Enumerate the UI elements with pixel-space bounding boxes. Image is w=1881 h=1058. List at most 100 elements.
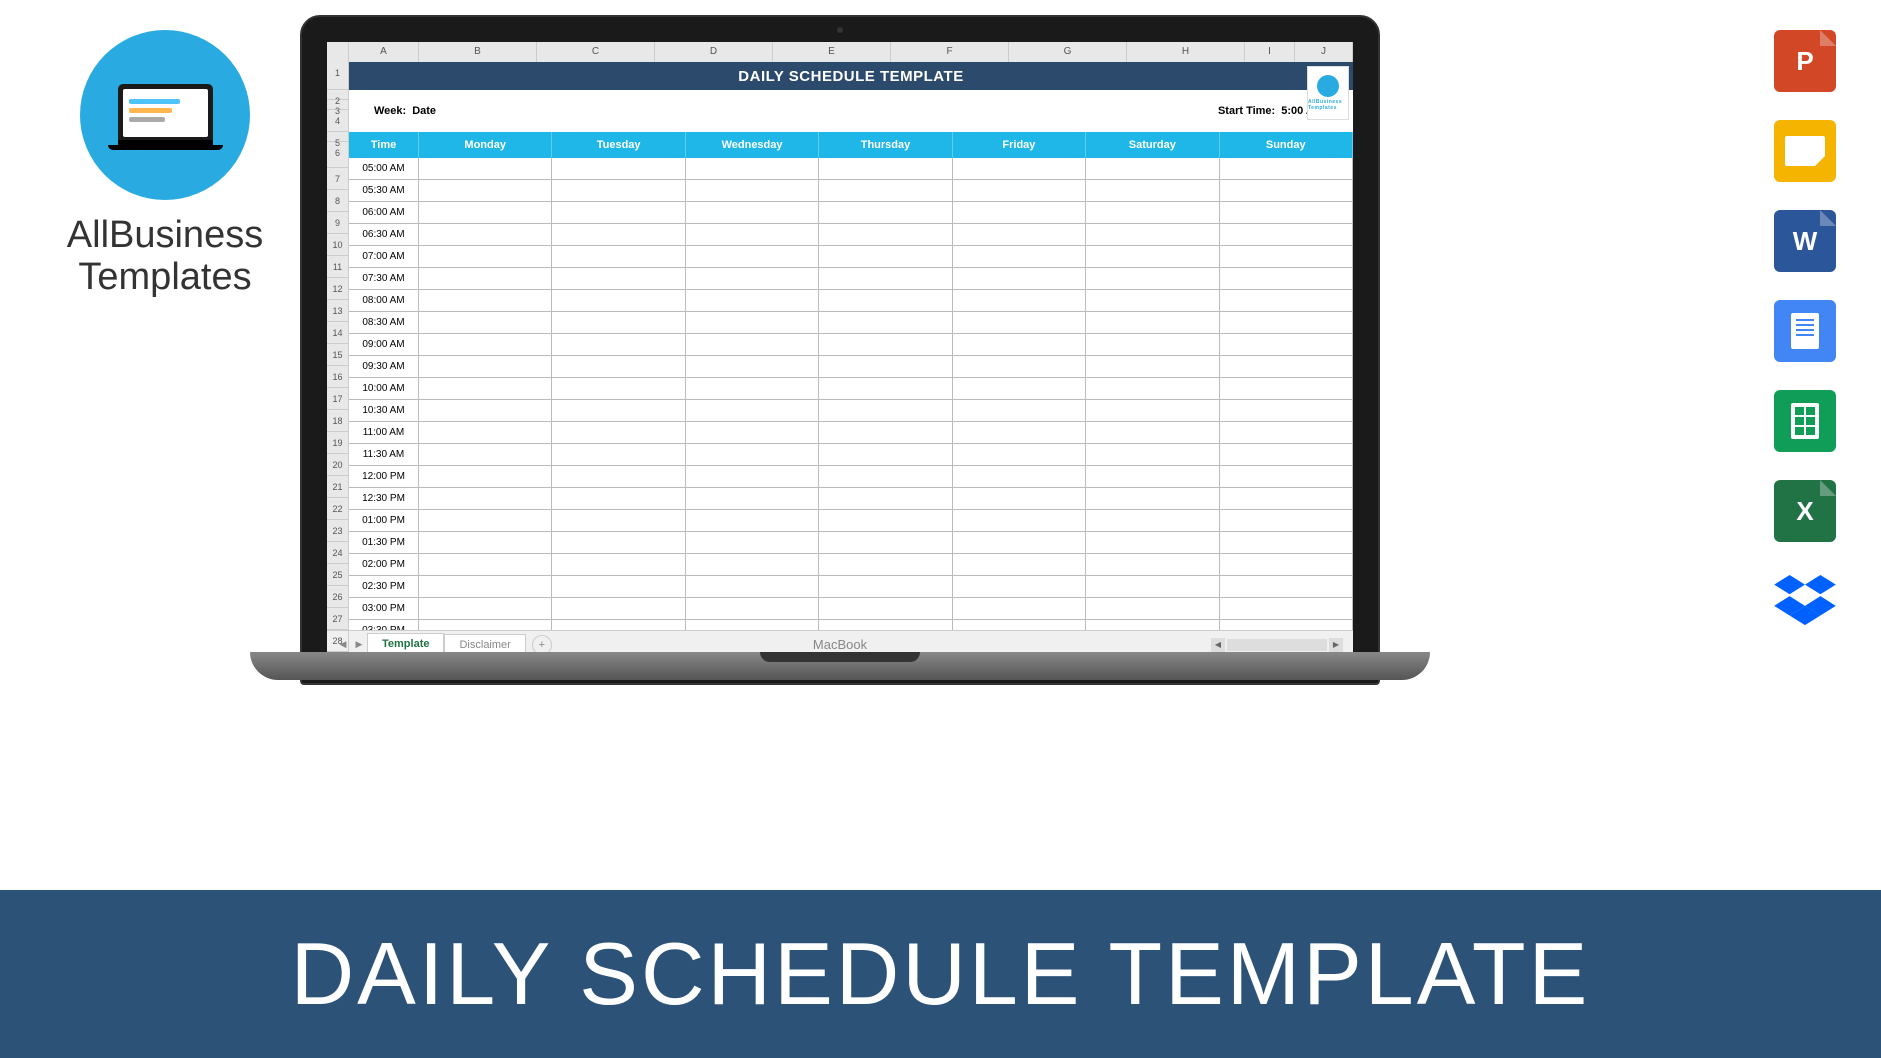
table-row[interactable]: 07:30 AM (349, 268, 1353, 290)
schedule-cell[interactable] (419, 488, 552, 509)
schedule-cell[interactable] (1086, 334, 1219, 355)
table-row[interactable]: 06:30 AM (349, 224, 1353, 246)
time-cell[interactable]: 12:30 PM (349, 488, 419, 509)
time-cell[interactable]: 03:30 PM (349, 620, 419, 630)
schedule-cell[interactable] (953, 444, 1086, 465)
col-header[interactable]: I (1245, 42, 1295, 62)
table-row[interactable]: 07:00 AM (349, 246, 1353, 268)
table-row[interactable]: 01:30 PM (349, 532, 1353, 554)
schedule-cell[interactable] (1086, 158, 1219, 179)
schedule-cell[interactable] (1220, 620, 1353, 630)
schedule-data-rows[interactable]: 05:00 AM05:30 AM06:00 AM06:30 AM07:00 AM… (349, 158, 1353, 630)
schedule-cell[interactable] (686, 444, 819, 465)
schedule-cell[interactable] (819, 510, 952, 531)
schedule-cell[interactable] (819, 356, 952, 377)
schedule-cell[interactable] (1086, 444, 1219, 465)
schedule-cell[interactable] (1086, 180, 1219, 201)
schedule-cell[interactable] (953, 202, 1086, 223)
row-number[interactable]: 21 (327, 476, 349, 498)
schedule-cell[interactable] (552, 466, 685, 487)
row-number[interactable]: 6 (327, 142, 349, 168)
time-cell[interactable]: 06:00 AM (349, 202, 419, 223)
schedule-cell[interactable] (819, 488, 952, 509)
schedule-cell[interactable] (819, 620, 952, 630)
col-header[interactable]: G (1009, 42, 1127, 62)
schedule-cell[interactable] (953, 180, 1086, 201)
row-number[interactable]: 11 (327, 256, 349, 278)
time-cell[interactable]: 09:30 AM (349, 356, 419, 377)
schedule-cell[interactable] (419, 444, 552, 465)
col-header[interactable]: J (1295, 42, 1353, 62)
schedule-cell[interactable] (552, 356, 685, 377)
schedule-cell[interactable] (552, 334, 685, 355)
schedule-cell[interactable] (419, 620, 552, 630)
row-number[interactable]: 15 (327, 344, 349, 366)
table-row[interactable]: 12:30 PM (349, 488, 1353, 510)
schedule-cell[interactable] (819, 334, 952, 355)
schedule-cell[interactable] (1220, 158, 1353, 179)
table-row[interactable]: 05:30 AM (349, 180, 1353, 202)
schedule-cell[interactable] (1220, 510, 1353, 531)
schedule-cell[interactable] (819, 246, 952, 267)
schedule-cell[interactable] (953, 290, 1086, 311)
schedule-cell[interactable] (552, 202, 685, 223)
time-cell[interactable]: 06:30 AM (349, 224, 419, 245)
powerpoint-icon[interactable]: P (1774, 30, 1836, 92)
row-number[interactable]: 26 (327, 586, 349, 608)
schedule-cell[interactable] (552, 422, 685, 443)
schedule-cell[interactable] (686, 488, 819, 509)
schedule-cell[interactable] (419, 532, 552, 553)
row-number[interactable]: 19 (327, 432, 349, 454)
schedule-cell[interactable] (552, 532, 685, 553)
schedule-cell[interactable] (686, 334, 819, 355)
schedule-cell[interactable] (552, 312, 685, 333)
schedule-cell[interactable] (1086, 554, 1219, 575)
time-cell[interactable]: 11:00 AM (349, 422, 419, 443)
schedule-cell[interactable] (419, 246, 552, 267)
schedule-cell[interactable] (552, 224, 685, 245)
time-cell[interactable]: 10:30 AM (349, 400, 419, 421)
schedule-cell[interactable] (686, 554, 819, 575)
row-number[interactable]: 3 (327, 100, 349, 110)
schedule-cell[interactable] (686, 158, 819, 179)
col-header[interactable]: B (419, 42, 537, 62)
schedule-cell[interactable] (819, 466, 952, 487)
schedule-cell[interactable] (686, 400, 819, 421)
schedule-cell[interactable] (419, 598, 552, 619)
schedule-cell[interactable] (552, 554, 685, 575)
schedule-cell[interactable] (819, 598, 952, 619)
schedule-cell[interactable] (686, 290, 819, 311)
schedule-cell[interactable] (1220, 400, 1353, 421)
schedule-cell[interactable] (1086, 312, 1219, 333)
schedule-cell[interactable] (1086, 356, 1219, 377)
time-cell[interactable]: 02:30 PM (349, 576, 419, 597)
schedule-cell[interactable] (953, 158, 1086, 179)
schedule-cell[interactable] (819, 554, 952, 575)
schedule-cell[interactable] (953, 400, 1086, 421)
schedule-cell[interactable] (686, 576, 819, 597)
schedule-cell[interactable] (1220, 554, 1353, 575)
schedule-cell[interactable] (1220, 488, 1353, 509)
row-number[interactable]: 13 (327, 300, 349, 322)
time-cell[interactable]: 01:00 PM (349, 510, 419, 531)
table-row[interactable]: 02:30 PM (349, 576, 1353, 598)
excel-icon[interactable]: X (1774, 480, 1836, 542)
schedule-cell[interactable] (686, 598, 819, 619)
schedule-cell[interactable] (419, 312, 552, 333)
row-number[interactable]: 12 (327, 278, 349, 300)
time-cell[interactable]: 08:30 AM (349, 312, 419, 333)
schedule-cell[interactable] (686, 378, 819, 399)
row-number[interactable]: 27 (327, 608, 349, 630)
time-cell[interactable]: 09:00 AM (349, 334, 419, 355)
time-cell[interactable]: 07:00 AM (349, 246, 419, 267)
schedule-cell[interactable] (1086, 422, 1219, 443)
schedule-cell[interactable] (819, 576, 952, 597)
row-number[interactable]: 20 (327, 454, 349, 476)
schedule-cell[interactable] (953, 532, 1086, 553)
schedule-cell[interactable] (953, 620, 1086, 630)
schedule-cell[interactable] (419, 224, 552, 245)
schedule-cell[interactable] (819, 202, 952, 223)
row-number[interactable]: 24 (327, 542, 349, 564)
schedule-cell[interactable] (419, 466, 552, 487)
table-row[interactable]: 06:00 AM (349, 202, 1353, 224)
